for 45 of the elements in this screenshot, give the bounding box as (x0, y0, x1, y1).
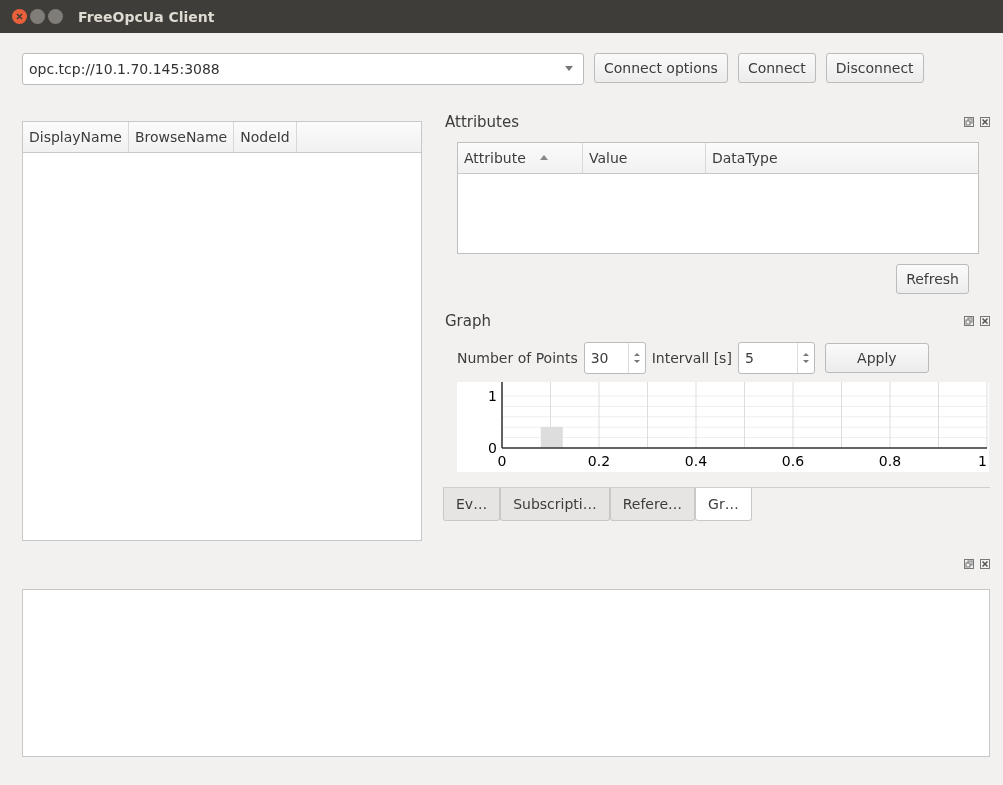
close-icon[interactable] (980, 316, 990, 326)
address-combobox[interactable]: opc.tcp://10.1.70.145:3088 (22, 53, 584, 85)
spin-arrows-icon[interactable] (633, 352, 640, 364)
column-header[interactable]: Attribute (458, 143, 583, 173)
address-field[interactable]: opc.tcp://10.1.70.145:3088 (23, 61, 565, 77)
tab[interactable]: Gr… (695, 488, 752, 521)
dock-title: Attributes (445, 113, 520, 131)
column-header[interactable]: DisplayName (23, 122, 129, 152)
close-icon[interactable] (12, 9, 27, 24)
tick-label: 0.4 (684, 453, 708, 469)
tick-label: 0 (488, 440, 497, 456)
spin-box[interactable]: 30 (583, 342, 646, 374)
window-title: FreeOpcUa Client (78, 8, 215, 25)
column-header[interactable]: NodeId (234, 122, 297, 152)
toolbar-button[interactable]: Disconnect (825, 53, 924, 83)
apply-button[interactable]: Apply (824, 343, 929, 373)
y-axis (501, 382, 503, 449)
float-icon[interactable] (964, 117, 974, 127)
close-icon[interactable] (980, 117, 990, 127)
tick-label: 0 (497, 453, 507, 469)
tab[interactable]: Subscripti… (500, 488, 610, 521)
field-label: Number of Points (457, 350, 578, 366)
tick-label: 0.6 (781, 453, 805, 469)
float-icon[interactable] (964, 559, 974, 569)
caret-icon[interactable] (565, 66, 573, 72)
column-header[interactable]: DataType (706, 143, 978, 173)
tick-label: 1 (488, 388, 497, 404)
minimize-icon[interactable] (30, 9, 45, 24)
close-icon[interactable] (980, 559, 990, 569)
field-label: Intervall [s] (651, 350, 732, 366)
spin-box[interactable]: 5 (737, 342, 815, 374)
maximize-icon[interactable] (48, 9, 63, 24)
tick-label: 0.8 (878, 453, 902, 469)
float-icon[interactable] (964, 316, 974, 326)
tab[interactable]: Ev… (443, 488, 501, 521)
dock-title: Graph (445, 312, 491, 330)
column-header[interactable]: Value (583, 143, 706, 173)
toolbar-button[interactable]: Connect (737, 53, 816, 83)
column-header[interactable]: BrowseName (128, 122, 235, 152)
tab[interactable]: Refere… (609, 488, 696, 521)
tick-label: 0.2 (587, 453, 611, 469)
refresh-button[interactable]: Refresh (896, 264, 969, 294)
spin-arrows-icon[interactable] (802, 352, 809, 364)
toolbar-button[interactable]: Connect options (594, 53, 728, 83)
tick-label: 1 (978, 453, 987, 469)
